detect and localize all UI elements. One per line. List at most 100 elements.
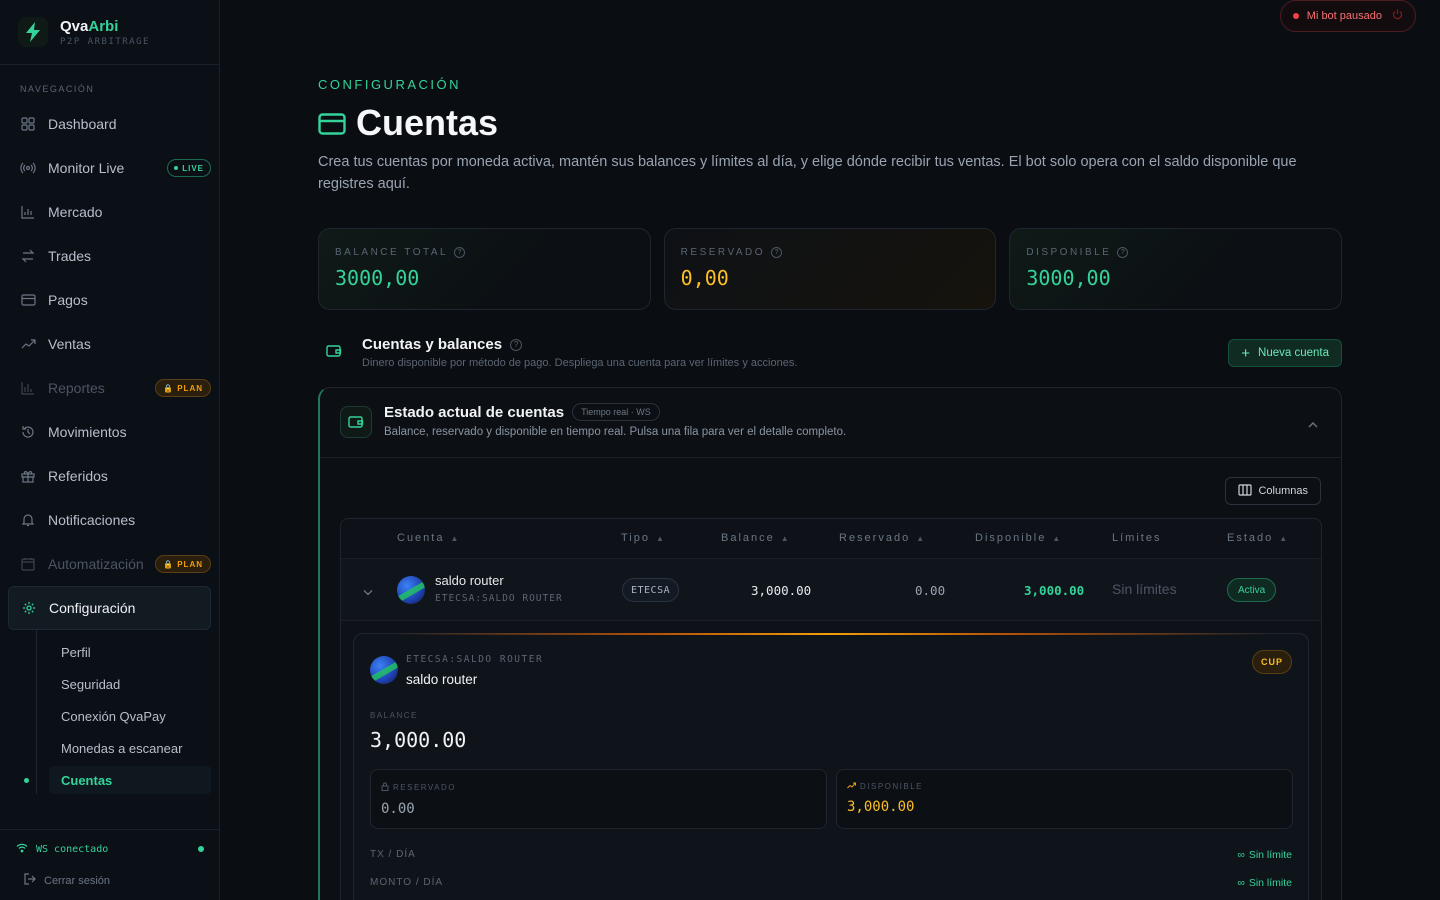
detail-code: ETECSA:SALDO ROUTER	[406, 654, 544, 665]
live-badge: LIVE	[167, 159, 211, 177]
columns-button[interactable]: Columnas	[1225, 477, 1321, 505]
wallet-icon	[326, 344, 342, 363]
cell-reservado: 0.00	[915, 583, 946, 598]
th-balance[interactable]: Balance ▲	[721, 532, 789, 544]
cell-balance: 3,000.00	[751, 583, 812, 598]
tipo-pill: ETECSA	[622, 578, 680, 602]
brand[interactable]: QvaArbi P2P ARBITRAGE	[0, 0, 219, 65]
realtime-pill: Tiempo real · WS	[572, 403, 660, 421]
chevron-down-icon[interactable]	[363, 583, 373, 601]
lock-icon	[381, 782, 389, 793]
help-icon[interactable]: ?	[771, 247, 783, 258]
subnav-item-seguridad[interactable]: Seguridad	[49, 670, 211, 698]
stat-balance-total: BALANCE TOTAL? 3000,00	[318, 228, 651, 310]
section-header: Cuentas y balances? Dinero disponible po…	[318, 336, 1342, 376]
th-reservado[interactable]: Reservado ▲	[839, 532, 924, 544]
section-title: Cuentas y balances?	[362, 336, 523, 353]
detail-balance-label: BALANCE	[370, 711, 418, 720]
sidebar-item-pagos[interactable]: Pagos	[8, 278, 211, 322]
sidebar-item-monitor-live[interactable]: Monitor Live LIVE	[8, 146, 211, 190]
sidebar-item-dashboard[interactable]: Dashboard	[8, 102, 211, 146]
sidebar-item-label: Automatización	[48, 556, 144, 572]
ws-status: WS conectado	[16, 842, 204, 856]
logout-button[interactable]: Cerrar sesión	[16, 873, 204, 888]
sidebar-item-movimientos[interactable]: Movimientos	[8, 410, 211, 454]
sidebar-item-ventas[interactable]: Ventas	[8, 322, 211, 366]
account-code: ETECSA:SALDO ROUTER	[435, 593, 563, 604]
th-tipo[interactable]: Tipo ▲	[621, 532, 664, 544]
brand-title: QvaArbi	[60, 17, 119, 35]
bot-status-button[interactable]: Mi bot pausado	[1279, 0, 1416, 32]
page-title: Cuentas	[318, 102, 498, 144]
infinity-icon: ∞	[1237, 877, 1245, 889]
detail-reservado-box: RESERVADO 0.00	[370, 769, 827, 829]
sort-icon: ▲	[780, 533, 789, 543]
th-limites: Límites	[1112, 532, 1162, 544]
help-icon[interactable]: ?	[510, 338, 523, 351]
calendar-icon	[20, 556, 36, 572]
th-estado[interactable]: Estado ▲	[1227, 532, 1287, 544]
stats-row: BALANCE TOTAL? 3000,00 RESERVADO? 0,00 D…	[318, 228, 1343, 310]
sidebar-item-label: Pagos	[48, 292, 88, 308]
sidebar-item-notificaciones[interactable]: Notificaciones	[8, 498, 211, 542]
help-icon[interactable]: ?	[1117, 247, 1129, 258]
sidebar-item-label: Reportes	[48, 380, 105, 396]
bar-icon	[20, 380, 36, 396]
nav-section-label: NAVEGACIÓN	[20, 84, 95, 94]
sidebar-item-configuracion[interactable]: Configuración	[8, 586, 211, 630]
status-dot	[1292, 13, 1299, 19]
chevron-up-icon[interactable]	[1307, 416, 1319, 434]
sort-icon: ▲	[916, 533, 925, 543]
sidebar-item-label: Ventas	[48, 336, 91, 352]
page-description: Crea tus cuentas por moneda activa, mant…	[318, 154, 1297, 192]
stat-reservado: RESERVADO? 0,00	[663, 228, 997, 310]
sidebar-item-label: Movimientos	[48, 424, 127, 440]
history-icon	[20, 424, 36, 440]
sidebar-item-reportes[interactable]: Reportes 🔒 PLAN	[8, 366, 211, 410]
cell-disponible: 3,000.00	[1024, 583, 1085, 598]
grid-icon	[20, 116, 36, 132]
sidebar-item-automatizacion[interactable]: Automatización 🔒 PLAN	[8, 542, 211, 586]
detail-reservado-value: 0.00	[381, 801, 415, 817]
subnav-item-cuentas[interactable]: Cuentas	[24, 766, 211, 794]
wifi-icon	[16, 843, 28, 856]
plus-icon: +	[1241, 344, 1251, 362]
th-disponible[interactable]: Disponible ▲	[975, 532, 1060, 544]
bolt-icon	[18, 17, 48, 47]
power-icon	[1392, 9, 1403, 23]
currency-badge: CUP	[1251, 650, 1292, 674]
swap-icon	[20, 248, 36, 264]
table-row[interactable]: saldo router ETECSA:SALDO ROUTER ETECSA …	[341, 559, 1321, 621]
panel-subtitle: Balance, reservado y disponible en tiemp…	[384, 426, 847, 438]
trend-icon	[20, 336, 36, 352]
sidebar-item-label: Trades	[48, 248, 92, 264]
new-account-button[interactable]: + Nueva cuenta	[1228, 339, 1342, 367]
help-icon[interactable]: ?	[454, 247, 466, 258]
sort-icon: ▲	[656, 533, 664, 543]
cell-limites: Sin límites	[1112, 581, 1177, 597]
sort-icon: ▲	[1279, 533, 1288, 543]
gear-icon	[21, 600, 37, 616]
sidebar-item-trades[interactable]: Trades	[8, 234, 211, 278]
detail-name: saldo router	[406, 672, 478, 687]
accounts-table: Cuenta ▲ Tipo ▲ Balance ▲ Reservado ▲ Dispon…	[340, 518, 1322, 900]
detail-disponible-box: DISPONIBLE 3,000.00	[836, 769, 1293, 829]
panel-header[interactable]: Estado actual de cuentas Tiempo real · WS…	[320, 388, 1341, 458]
sidebar-item-label: Dashboard	[48, 116, 117, 132]
account-name: saldo router	[435, 573, 504, 588]
logout-icon	[24, 873, 36, 888]
subnav-item-perfil[interactable]: Perfil	[49, 638, 211, 666]
sidebar-item-referidos[interactable]: Referidos	[8, 454, 211, 498]
sidebar-footer: WS conectado Cerrar sesión	[0, 829, 220, 900]
chart-icon	[20, 204, 36, 220]
stat-value: 3000,00	[1026, 266, 1111, 290]
limit-row-tx: TX / DÍA ∞ Sin límite	[370, 849, 1292, 861]
subnav-item-conexion-qvapay[interactable]: Conexión QvaPay	[49, 702, 211, 730]
infinity-icon: ∞	[1237, 849, 1245, 861]
brand-tagline: P2P ARBITRAGE	[60, 36, 150, 47]
detail-balance-value: 3,000.00	[370, 728, 467, 752]
subnav-item-monedas[interactable]: Monedas a escanear	[49, 734, 211, 762]
th-cuenta[interactable]: Cuenta ▲	[397, 532, 458, 544]
plan-badge: 🔒 PLAN	[155, 379, 211, 397]
sidebar-item-mercado[interactable]: Mercado	[8, 190, 211, 234]
